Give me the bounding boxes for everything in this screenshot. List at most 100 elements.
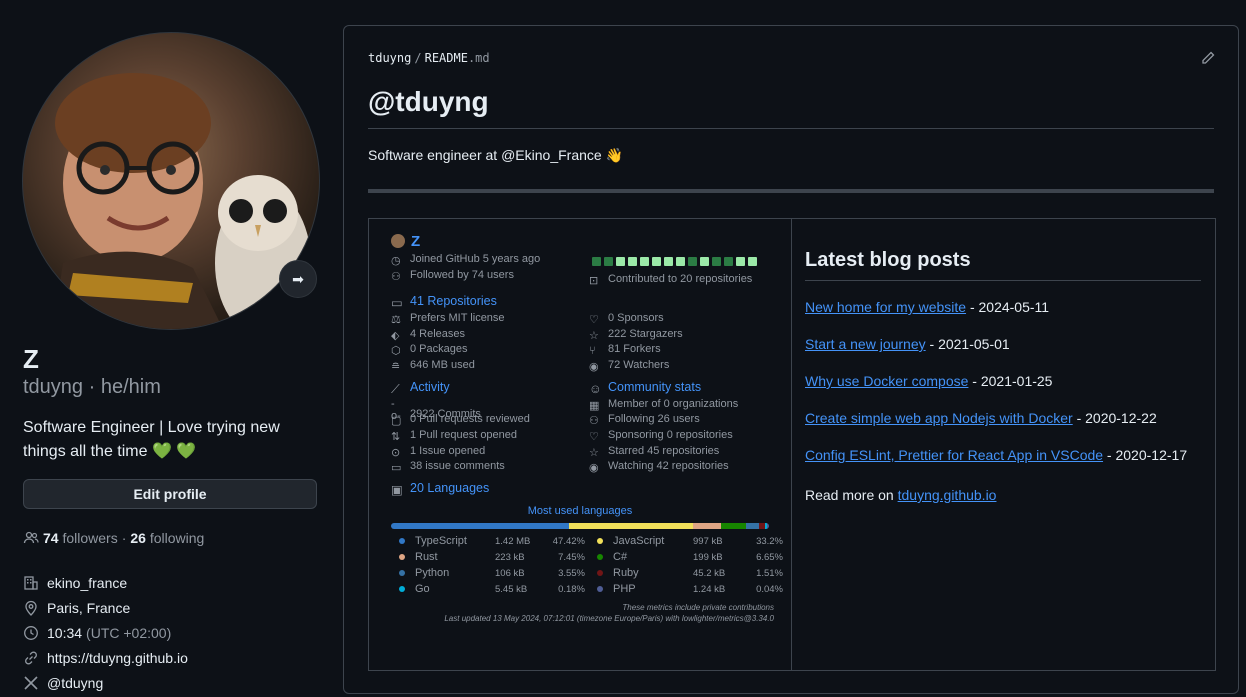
mini-avatar-icon (391, 234, 405, 248)
license-text: Prefers MIT license (410, 312, 505, 324)
metric-followed-text: Followed by 74 users (410, 269, 514, 281)
calendar-day (724, 257, 733, 266)
calendar-day (652, 257, 661, 266)
read-more-link[interactable]: tduyng.github.io (898, 487, 997, 503)
calendar-day (664, 257, 673, 266)
blog-posts-title: Latest blog posts (805, 249, 1201, 281)
language-color-dot (597, 570, 603, 576)
organization-icon: ▦ (589, 399, 602, 412)
timezone: (UTC +02:00) (86, 625, 171, 641)
blog-post-link[interactable]: Start a new journey (805, 336, 926, 352)
profile-login: tduyng · he/him (23, 376, 161, 399)
blog-post-date: - 2020-12-22 (1073, 410, 1157, 426)
metric-pr-reviewed: ▢0 Pull requests reviewed (391, 413, 530, 427)
language-size: 199 kB (693, 552, 745, 563)
language-bar-segment (767, 523, 769, 529)
read-more-text: Read more on (805, 487, 898, 503)
language-row: TypeScript1.42 MB47.42% (399, 535, 585, 547)
calendar-day (640, 257, 649, 266)
language-bar-segment (391, 523, 569, 529)
language-name: TypeScript (415, 535, 495, 547)
status-emoji-button[interactable]: ➡ (279, 260, 317, 298)
website-link[interactable]: https://tduyng.github.io (47, 650, 188, 666)
language-row: C#199 kB6.65% (597, 551, 783, 563)
arrow-right-icon: ➡ (292, 271, 304, 288)
language-row: Ruby45.2 kB1.51% (597, 567, 783, 579)
language-row: Go5.45 kB0.18% (399, 583, 585, 595)
package-icon: ⬡ (391, 344, 404, 357)
pencil-icon (1200, 50, 1216, 66)
local-time: 10:34 (47, 625, 82, 641)
language-bar (391, 523, 769, 529)
avatar[interactable] (22, 32, 320, 330)
issue-opened-icon: ⊙ (391, 446, 404, 459)
blog-post-item: Why use Docker compose - 2021-01-25 (805, 371, 1201, 392)
blog-posts-section: Latest blog posts New home for my websit… (805, 249, 1201, 503)
organization-icon (23, 575, 39, 591)
table-column-divider (791, 219, 792, 670)
profile-name: Z (23, 344, 39, 375)
blog-post-date: - 2024-05-11 (966, 299, 1049, 315)
location-text: Paris, France (47, 600, 130, 616)
following-link[interactable]: 26 following (130, 530, 204, 546)
languages-title-text: 20 Languages (410, 481, 489, 495)
language-bar-segment (569, 523, 693, 529)
readme-description: Software engineer at @Ekino_France 👋 (368, 147, 623, 164)
vcard-details: ekino_france Paris, France 10:34 (UTC +0… (23, 570, 188, 695)
law-icon: ⚖ (391, 313, 404, 326)
edit-readme-button[interactable] (1200, 50, 1216, 71)
clock-icon (23, 625, 39, 641)
language-name: PHP (613, 583, 693, 595)
language-size: 1.24 kB (693, 584, 745, 595)
language-color-dot (399, 570, 405, 576)
follow-separator: · (122, 530, 127, 546)
language-size: 223 kB (495, 552, 547, 563)
followers-link[interactable]: 74 followers (43, 530, 118, 546)
readme-owner-link[interactable]: tduyng (368, 51, 411, 65)
blog-post-link[interactable]: Why use Docker compose (805, 373, 968, 389)
metric-languages-title: ▣ 20 Languages (391, 481, 489, 495)
language-color-dot (399, 586, 405, 592)
heart-icon: ♡ (589, 430, 602, 443)
profile-bio: Software Engineer | Love trying new thin… (23, 416, 313, 464)
metric-community-title: ☺Community stats (589, 380, 701, 395)
metric-joined: ◷Joined GitHub 5 years ago (391, 253, 540, 267)
language-color-dot (399, 538, 405, 544)
language-size: 997 kB (693, 536, 745, 547)
followers-label: followers (62, 530, 117, 546)
database-icon: ≘ (391, 360, 404, 373)
calendar-day (700, 257, 709, 266)
star-icon: ☆ (589, 446, 602, 459)
heading-divider (368, 128, 1214, 129)
language-size: 1.42 MB (495, 536, 547, 547)
blog-post-date: - 2021-05-01 (926, 336, 1010, 352)
metric-orgs: ▦Member of 0 organizations (589, 398, 738, 412)
metric-license: ⚖ Prefers MIT license (391, 312, 505, 326)
contribution-calendar (592, 257, 757, 266)
language-percent: 7.45% (547, 552, 585, 563)
pr-opened-text: 1 Pull request opened (410, 429, 517, 441)
blog-post-link[interactable]: Create simple web app Nodejs with Docker (805, 410, 1073, 426)
readme-breadcrumb: tduyng/README.md (368, 51, 490, 65)
comment-icon: ▭ (391, 461, 404, 474)
metric-following: ⚇Following 26 users (589, 413, 700, 427)
octoface-icon: ☺ (589, 382, 602, 395)
twitter-link[interactable]: @tduyng (47, 675, 103, 691)
blog-post-item: Start a new journey - 2021-05-01 (805, 334, 1201, 355)
language-color-dot (597, 586, 603, 592)
language-size: 5.45 kB (495, 584, 547, 595)
horizontal-rule (368, 189, 1214, 193)
disk-text: 646 MB used (410, 359, 475, 371)
code-square-icon: ▣ (391, 482, 404, 495)
link-icon (23, 650, 39, 666)
calendar-day (676, 257, 685, 266)
language-name: C# (613, 551, 693, 563)
blog-post-link[interactable]: New home for my website (805, 299, 966, 315)
heart-icon: ♡ (589, 313, 602, 326)
blog-post-list: New home for my website - 2024-05-11 Star… (805, 297, 1201, 466)
edit-profile-button[interactable]: Edit profile (23, 479, 317, 509)
blog-post-link[interactable]: Config ESLint, Prettier for React App in… (805, 447, 1103, 463)
language-percent: 6.65% (745, 552, 783, 563)
language-color-dot (597, 554, 603, 560)
metric-activity-title: ⟋Activity (391, 380, 450, 395)
